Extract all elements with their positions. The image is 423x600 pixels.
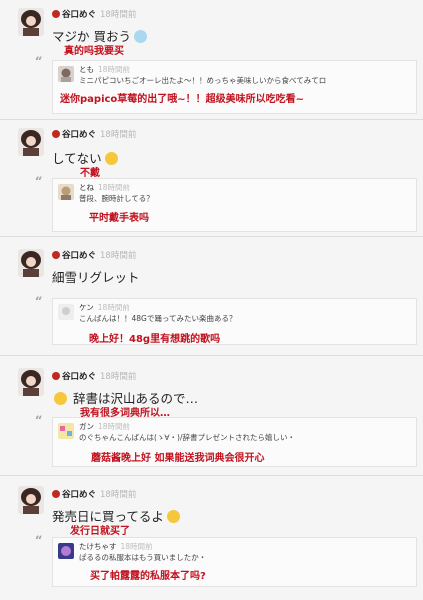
reply-avatar[interactable] bbox=[58, 66, 74, 82]
reply-translation: 晚上好！48g里有想跳的歌吗 bbox=[89, 334, 221, 345]
reply-timestamp: 18時間前 bbox=[120, 542, 153, 551]
quote-icon: “ bbox=[35, 175, 43, 190]
avatar[interactable] bbox=[18, 128, 44, 156]
reply-translation: 平时戴手表吗 bbox=[89, 213, 149, 224]
post-header: 谷口めぐ 18時間前 bbox=[52, 8, 136, 20]
translation-text: 发行日就买了 bbox=[70, 526, 130, 537]
divider bbox=[0, 236, 423, 237]
quote-icon: “ bbox=[35, 55, 43, 70]
reply-header: ガン 18時間前 bbox=[79, 421, 130, 432]
reply-avatar[interactable] bbox=[58, 304, 74, 320]
sticker-icon bbox=[133, 30, 147, 43]
avatar[interactable] bbox=[18, 249, 44, 277]
reply-translation: 买了帕露露的私服本了吗? bbox=[90, 571, 206, 582]
quote-icon: “ bbox=[35, 414, 43, 429]
post-header: 谷口めぐ 18時間前 bbox=[52, 370, 136, 382]
translation-text: 不戴 bbox=[80, 168, 100, 179]
reply-translation: 迷你papico草莓的出了哦~！！超级美味所以吃吃看~ bbox=[60, 94, 305, 105]
avatar[interactable] bbox=[18, 486, 44, 514]
username[interactable]: 谷口めぐ bbox=[62, 490, 96, 500]
timestamp[interactable]: 18時間前 bbox=[100, 251, 136, 261]
reply-username[interactable]: たけちゃす bbox=[79, 542, 117, 551]
reply-username[interactable]: ガン bbox=[79, 422, 94, 431]
reply-timestamp: 18時間前 bbox=[98, 183, 131, 192]
reply-header: ケン 18時間前 bbox=[79, 302, 130, 313]
post-header: 谷口めぐ 18時間前 bbox=[52, 249, 136, 261]
username[interactable]: 谷口めぐ bbox=[62, 251, 96, 261]
reply-avatar[interactable] bbox=[58, 543, 74, 559]
post-header: 谷口めぐ 18時間前 bbox=[52, 128, 136, 140]
timestamp[interactable]: 18時間前 bbox=[100, 490, 136, 500]
reply-timestamp: 18時間前 bbox=[98, 65, 131, 74]
reply-username[interactable]: ケン bbox=[79, 303, 94, 312]
reply-text: ぱるるの私服本はもう買いましたか・ bbox=[79, 553, 207, 562]
username[interactable]: 谷口めぐ bbox=[62, 372, 96, 382]
reply-header: とね 18時間前 bbox=[79, 182, 130, 193]
reply-translation: 蘑菇酱晚上好 如果能送我词典会很开心 bbox=[91, 453, 265, 464]
divider bbox=[0, 475, 423, 476]
reply-header: とも 18時間前 bbox=[79, 64, 130, 75]
divider bbox=[0, 355, 423, 356]
avatar[interactable] bbox=[18, 8, 44, 36]
timestamp[interactable]: 18時間前 bbox=[100, 372, 136, 382]
sweat-emoji-icon bbox=[104, 152, 118, 165]
avatar[interactable] bbox=[18, 368, 44, 396]
timestamp[interactable]: 18時間前 bbox=[100, 130, 136, 140]
verified-icon bbox=[52, 372, 60, 380]
reply-header: たけちゃす 18時間前 bbox=[79, 541, 153, 552]
quote-icon: “ bbox=[35, 295, 43, 310]
reply-text: 普段、腕時計してる？ bbox=[79, 194, 154, 203]
reply-timestamp: 18時間前 bbox=[97, 303, 130, 312]
verified-icon bbox=[52, 10, 60, 18]
verified-icon bbox=[52, 490, 60, 498]
reply-username[interactable]: とも bbox=[79, 65, 94, 74]
reply-avatar[interactable] bbox=[58, 184, 74, 200]
divider bbox=[0, 119, 423, 120]
post-header: 谷口めぐ 18時間前 bbox=[52, 488, 136, 500]
username[interactable]: 谷口めぐ bbox=[62, 10, 96, 20]
reply-text: のぐちゃんこんばんは(ゝ∀・)/辞書プレゼントされたら嬉しい・ bbox=[79, 433, 296, 442]
verified-icon bbox=[52, 130, 60, 138]
reply-avatar[interactable] bbox=[58, 423, 74, 439]
reply-box[interactable]: とも 18時間前 ミニパピコいちごオーレ出たよ～！！めっちゃ美味しいから食べてみて… bbox=[52, 60, 417, 114]
timestamp[interactable]: 18時間前 bbox=[100, 10, 136, 20]
username[interactable]: 谷口めぐ bbox=[62, 130, 96, 140]
reply-text: ミニパピコいちごオーレ出たよ～！！めっちゃ美味しいから食べてみてロ bbox=[79, 76, 327, 85]
verified-icon bbox=[52, 251, 60, 259]
translation-text: 真的吗我要买 bbox=[64, 46, 124, 57]
sweat-emoji-icon bbox=[54, 392, 67, 405]
sweat-emoji-icon bbox=[166, 510, 180, 523]
reply-timestamp: 18時間前 bbox=[98, 422, 131, 431]
post-text-content: 細雪リグレット bbox=[52, 270, 140, 285]
post-text: 細雪リグレット bbox=[52, 267, 140, 286]
reply-username[interactable]: とね bbox=[79, 183, 94, 192]
reply-text: こんばんは！！48Gで踊ってみたい楽曲ある？ bbox=[79, 314, 237, 323]
quote-icon: “ bbox=[35, 534, 43, 549]
